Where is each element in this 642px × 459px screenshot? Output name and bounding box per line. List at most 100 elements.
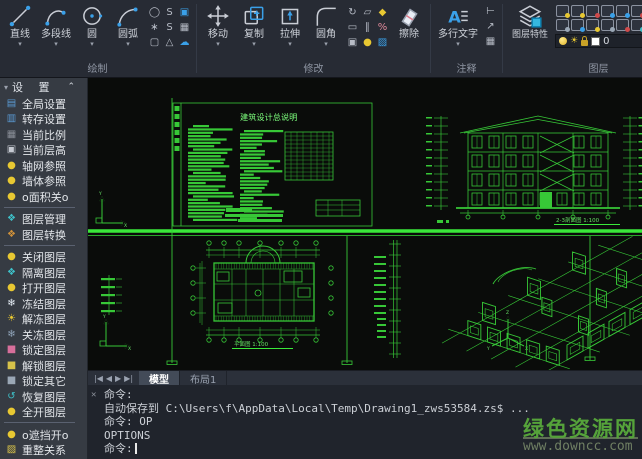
sidebar-item-lock-gray[interactable]: ■锁定其它	[0, 374, 79, 390]
layer-dropdown[interactable]: ☀ 0 ▼	[555, 34, 642, 48]
move-button[interactable]: 移动 ▾	[201, 2, 235, 48]
explode-icon[interactable]: ▣	[345, 35, 360, 50]
layer-tool-icon[interactable]	[616, 5, 629, 17]
table-icon[interactable]: ▦	[483, 34, 498, 49]
ucs-icons: YXYXZXY	[96, 191, 528, 352]
sidebar-item-scale[interactable]: ▦当前比例	[0, 127, 79, 143]
sidebar-item-label: 冻结图层	[22, 296, 66, 312]
sidebar-divider	[4, 207, 75, 210]
polyline-button[interactable]: 多段线 ▾	[39, 2, 73, 48]
line-button[interactable]: 直线 ▾	[3, 2, 37, 48]
point-icon[interactable]: ∗	[147, 20, 162, 35]
sidebar-item-layers-teal[interactable]: ❖图层管理	[0, 212, 79, 228]
copy-icon	[241, 3, 267, 29]
panel-label-annotate: 注释	[435, 63, 498, 77]
layer-properties-button[interactable]: 图层特性	[507, 2, 553, 41]
sidebar-item-sun[interactable]: ☀解冻图层	[0, 312, 79, 328]
layer-state-dot	[580, 13, 585, 18]
copy-button[interactable]: 复制 ▾	[237, 2, 271, 48]
array-icon[interactable]: ∥	[360, 20, 375, 35]
layer-tool-icon[interactable]	[631, 19, 642, 31]
sidebar-item-bulb[interactable]: ●打开图层	[0, 281, 79, 297]
sidebar-item-layers-teal[interactable]: ❖隔离图层	[0, 265, 79, 281]
panel-separator	[430, 4, 431, 73]
sidebar-header[interactable]: ▾ 设 置 ⌃	[0, 78, 79, 96]
sidebar-item-bulb[interactable]: ●全开图层	[0, 405, 79, 421]
sidebar-item-bulb[interactable]: ● 关闭图层	[0, 250, 79, 266]
mirror-icon[interactable]: ▱	[360, 5, 375, 20]
sidebar-item-bulb[interactable]: ●o面积关o	[0, 189, 79, 205]
trim-icon[interactable]: %	[375, 20, 390, 35]
lock-gray-icon: ■	[5, 375, 18, 387]
sidebar-item-doc-edit[interactable]: ▤全局设置	[0, 96, 79, 112]
sidebar-item-snowflake-off[interactable]: ❄关冻图层	[0, 327, 79, 343]
layer-tool-icon[interactable]	[586, 19, 599, 31]
fillet-button[interactable]: 圆角 ▾	[309, 2, 343, 48]
sidebar-item-lock-pink[interactable]: ■锁定图层	[0, 343, 79, 359]
tab-nav-arrow-icon[interactable]: ▶|	[124, 374, 133, 383]
panel-label-draw: 绘制	[3, 63, 192, 77]
layer-tool-icon[interactable]	[601, 19, 614, 31]
offset-icon[interactable]: ▭	[345, 20, 360, 35]
sidebar-item-label: 关冻图层	[22, 327, 66, 343]
sidebar-item-label: 恢复图层	[22, 389, 66, 405]
arc-button[interactable]: 圆弧 ▾	[111, 2, 145, 48]
sidebar-item-doc-copy[interactable]: ▥转存设置	[0, 112, 79, 128]
layer-tool-icon[interactable]	[631, 5, 642, 17]
join-icon[interactable]: ●	[360, 35, 375, 50]
sidebar-item-bulb[interactable]: ●墙体参照	[0, 174, 79, 190]
sheet-tab-布局1[interactable]: 布局1	[180, 371, 227, 385]
sidebar-item-snowflake[interactable]: ❄冻结图层	[0, 296, 79, 312]
notes-sheet: 建筑设计总说明	[173, 103, 372, 226]
mtext-button[interactable]: A 多行文字 ▾	[435, 2, 481, 48]
polygon-icon[interactable]: △	[162, 35, 177, 50]
rotate-icon[interactable]: ↻	[345, 5, 360, 20]
layer-tool-icon[interactable]	[571, 19, 584, 31]
bulb-icon: ●	[5, 160, 18, 172]
sidebar-item-label: 全开图层	[22, 404, 66, 420]
move-icon	[205, 3, 231, 29]
dropdown-caret-icon: ▾	[252, 41, 256, 48]
rectangle-icon[interactable]: ▣	[177, 5, 192, 20]
sidebar-item-bulb[interactable]: ●o遮挡开o	[0, 427, 79, 443]
dimension-icon[interactable]: ⊢	[483, 4, 498, 19]
tab-nav-arrow-icon[interactable]: ◀	[106, 374, 112, 383]
sidebar-item-floor-height[interactable]: ▣当前层高	[0, 143, 79, 159]
layer-tool-icon[interactable]	[571, 5, 584, 17]
revision-cloud-icon[interactable]: ☁	[177, 35, 192, 50]
sidebar-collapse-icon[interactable]: ⌃	[67, 82, 75, 92]
scale-icon[interactable]: ◆	[375, 5, 390, 20]
layer-tool-icon[interactable]	[601, 5, 614, 17]
sidebar-item-label: 关闭图层	[22, 249, 66, 265]
sidebar-item-bulb[interactable]: ● 轴网参照	[0, 158, 79, 174]
bulb-icon: ●	[5, 251, 18, 263]
sidebar-item-label: 轴网参照	[22, 158, 66, 174]
spline-fit-icon[interactable]: S	[162, 20, 177, 35]
command-close-icon[interactable]: ✕	[91, 389, 96, 403]
layer-tool-icon[interactable]	[616, 19, 629, 31]
tab-navigation-arrows[interactable]: |◀◀▶▶|	[88, 371, 139, 385]
ellipse-icon[interactable]: ◯	[147, 5, 162, 20]
watermark: 绿色资源网 www.downcc.com	[523, 423, 638, 453]
stretch-button[interactable]: 拉伸 ▾	[273, 2, 307, 48]
spline-icon[interactable]: S	[162, 5, 177, 20]
sidebar-item-layers-orange[interactable]: ❖图层转换	[0, 227, 79, 243]
layer-tool-icon[interactable]	[586, 5, 599, 17]
sidebar-item-lock-yellow[interactable]: ■解锁图层	[0, 358, 79, 374]
erase-button[interactable]: 擦除	[392, 2, 426, 41]
drawing-canvas[interactable]: 建筑设计总说明2-3剖面图 1:100平面图 1:100YXYXZXY	[88, 78, 642, 370]
command-line-window[interactable]: ✕ 命令:自动保存到 C:\Users\f\AppData\Local\Temp…	[88, 385, 642, 459]
layer-tool-icon[interactable]	[556, 5, 569, 17]
sidebar-item-restore[interactable]: ↺恢复图层	[0, 389, 79, 405]
erase-label: 擦除	[399, 29, 419, 41]
sheet-tab-模型[interactable]: 模型	[139, 371, 180, 385]
circle-button[interactable]: 圆 ▾	[75, 2, 109, 48]
leader-icon[interactable]: ↗	[483, 19, 498, 34]
region-icon[interactable]: ▢	[147, 35, 162, 50]
tab-nav-arrow-icon[interactable]: ▶	[115, 374, 121, 383]
layer-tool-icon[interactable]	[556, 19, 569, 31]
hatch-icon[interactable]: ▦	[177, 20, 192, 35]
edit-hatch-icon[interactable]: ▨	[375, 35, 390, 50]
sidebar-item-relations[interactable]: ▨重整关系	[0, 443, 79, 459]
tab-nav-arrow-icon[interactable]: |◀	[94, 374, 103, 383]
